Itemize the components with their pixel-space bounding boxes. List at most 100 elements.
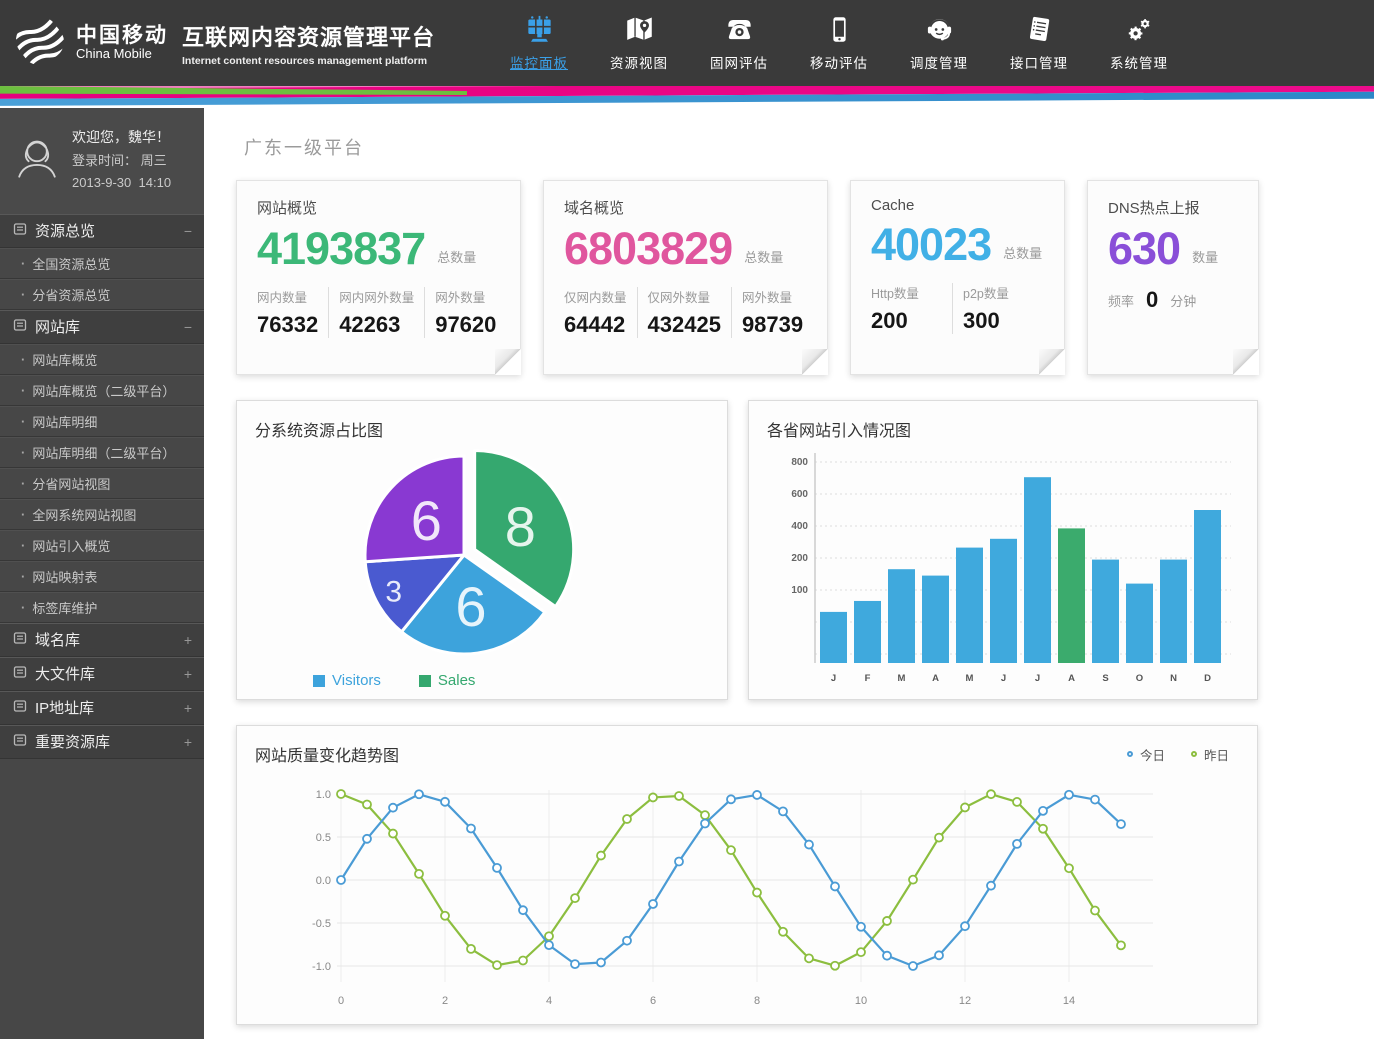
expand-icon[interactable]: + [184,734,192,750]
collapse-icon[interactable]: − [184,223,192,239]
line-point [857,923,865,931]
login-date: 2013-9-30 [72,175,131,190]
sidebar-item[interactable]: 网站库明细（二级平台） [0,437,204,468]
line-point [493,961,501,969]
line-legend-item[interactable]: 昨日 [1191,745,1229,764]
line-legend-item[interactable]: 今日 [1127,745,1165,764]
document-icon [1025,15,1054,45]
line-point [571,960,579,968]
bar-xtick-label: J [1035,673,1040,684]
line-xtick-label: 0 [338,995,344,1007]
line-legend: 今日 昨日 [1127,745,1239,764]
expand-icon[interactable]: + [184,632,192,648]
line-point [1039,825,1047,833]
nav-item[interactable]: 系统管理 [1110,15,1168,72]
sidebar-item[interactable]: 标签库维护 [0,592,204,623]
nav-item-label: 资源视图 [610,52,668,72]
sidebar-item-label: 网站映射表 [32,567,97,586]
sidebar-item[interactable]: 全网系统网站视图 [0,499,204,530]
stat-sub: 网内网外数量42263 [328,287,424,338]
map-icon [625,15,654,45]
sidebar-section[interactable]: 域名库 + [0,623,204,657]
bar [820,612,847,663]
line-point [649,793,657,801]
sidebar-item[interactable]: 网站映射表 [0,561,204,592]
nav-item[interactable]: 固网评估 [710,15,768,72]
bar-chart: 100200400600800JFMAMJJASOND [767,443,1239,691]
nav-item[interactable]: 移动评估 [810,15,868,72]
doc-small-icon [13,318,27,336]
sidebar-item[interactable]: 分省资源总览 [0,279,204,310]
line-chart-title: 网站质量变化趋势图 [255,742,399,766]
sidebar-item[interactable]: 网站库概览 [0,344,204,375]
nav-item[interactable]: 接口管理 [1010,15,1068,72]
bar-ytick-label: 100 [791,585,808,596]
bar-ytick-label: 400 [791,521,808,532]
brand-text: 中国移动 China Mobile [76,24,168,61]
expand-icon[interactable]: + [184,700,192,716]
pie-legend-item[interactable]: Visitors [313,672,381,689]
legend-swatch-icon [313,675,325,687]
pie-chart: 8636 [255,443,707,667]
line-xtick-label: 14 [1063,995,1075,1007]
sidebar-section-label: 资源总览 [35,220,95,241]
stat-big-value: 40023 [871,222,991,267]
line-point [883,917,891,925]
brand-name-cn: 中国移动 [76,24,168,47]
legend-ring-icon [1191,751,1197,757]
line-xtick-label: 8 [754,995,760,1007]
sidebar-item[interactable]: 网站引入概览 [0,530,204,561]
sidebar-item[interactable]: 全国资源总览 [0,248,204,279]
collapse-icon[interactable]: − [184,319,192,335]
line-point [1091,796,1099,804]
stat-freq-row: 频率0分钟 [1108,287,1238,313]
mobile-icon [825,15,854,45]
stat-big-row: 4193837 总数量 [257,226,500,271]
nav-item[interactable]: 监控面板 [510,15,568,72]
nav-item[interactable]: 调度管理 [910,15,968,72]
line-ytick-label: 0.5 [316,832,331,844]
stat-subs: 网内数量76332网内网外数量42263网外数量97620 [257,287,500,338]
sidebar-section-label: 大文件库 [35,663,95,684]
line-point [441,798,449,806]
sidebar-item[interactable]: 分省网站视图 [0,468,204,499]
line-point [987,882,995,890]
nav-item-label: 接口管理 [1010,52,1068,72]
sidebar: 欢迎您，魏华！ 登录时间： 周三 2013-9-30 14:10 资源总览−全国… [0,108,204,1039]
sidebar-section[interactable]: 重要资源库+ [0,725,204,759]
sidebar-item[interactable]: 网站库明细 [0,406,204,437]
bullet-icon [21,256,25,271]
stat-big-value: 4193837 [257,226,425,271]
stat-sub: 网内数量76332 [257,287,328,338]
expand-icon[interactable]: + [184,666,192,682]
sidebar-section-label: 域名库 [35,629,80,650]
line-point [363,835,371,843]
bar [854,601,881,663]
sidebar-section[interactable]: 大文件库 + [0,657,204,691]
sidebar-section[interactable]: 网站库− [0,310,204,344]
app-title: 互联网内容资源管理平台 [182,20,435,52]
stat-big-label: 总数量 [437,247,476,271]
line-point [831,962,839,970]
line-point [571,894,579,902]
pie-chart-title: 分系统资源占比图 [255,417,709,441]
pie-legend-item[interactable]: Sales [419,672,476,689]
sidebar-item-label: 分省网站视图 [32,474,110,493]
sidebar-section[interactable]: 资源总览 − [0,214,204,248]
bar-xtick-label: O [1136,673,1143,684]
stat-sub-value: 97620 [435,312,496,338]
legend-swatch-icon [419,675,431,687]
line-point [779,928,787,936]
sidebar-item-label: 网站库明细 [32,412,97,431]
line-point [805,954,813,962]
sidebar-item-label: 标签库维护 [32,598,97,617]
line-point [701,811,709,819]
stat-sub-label: 仅网内数量 [564,287,627,306]
line-point [519,956,527,964]
pie-slice-label: 3 [385,575,402,608]
sidebar-item[interactable]: 网站库概览（二级平台） [0,375,204,406]
nav-item[interactable]: 资源视图 [610,15,668,72]
stat-sub-label: 网外数量 [742,287,803,306]
sidebar-section[interactable]: IP地址库+ [0,691,204,725]
stat-sub: Http数量200 [871,283,952,334]
